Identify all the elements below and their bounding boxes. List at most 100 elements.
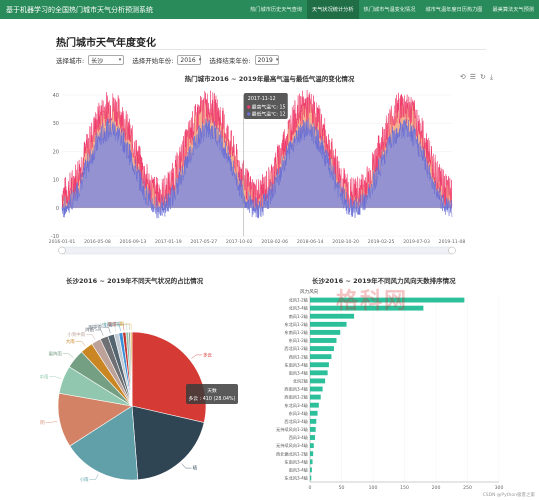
nav-menu: 热门城市历史天气查询 天气状况统计分析 热门城市气温变化情况 城市气温年度日历热… [245, 0, 539, 19]
bar [310, 459, 313, 465]
end-year-select[interactable]: 2019 ▾ [254, 55, 279, 65]
x-tick-label: 2018-10-20 [332, 239, 359, 245]
end-year-label: 选择结束年份: [209, 57, 251, 65]
bar [310, 427, 316, 432]
data-view-icon[interactable]: ☰ [470, 73, 476, 82]
pie-label-line [86, 334, 96, 340]
category-label: 西北偏北风1-2级 [276, 450, 309, 457]
pie-label-line [181, 463, 192, 469]
x-tick-label: 2017-10-02 [226, 239, 253, 245]
nav-item-calendar-heatmap[interactable]: 城市气温年度日历热力图 [420, 0, 487, 19]
bar [310, 370, 328, 376]
category-label: 东北风3-4级 [284, 402, 308, 409]
bar [310, 378, 326, 384]
nav-item-prediction[interactable]: 最美算法天气预测 [487, 0, 539, 19]
category-label: 南风3-4级 [289, 369, 309, 376]
watermark-logo: 格科网 [336, 289, 409, 314]
restore-icon[interactable]: ⟲ [460, 73, 466, 82]
chevron-down-icon: ▾ [198, 57, 202, 63]
y-tick-label: 40 [53, 93, 59, 99]
chart-toolbox: ⟲ ☰ ↻ ⤓ [460, 73, 493, 82]
pie-label: 大雨 [66, 338, 75, 345]
category-label: 东风3-4级 [289, 410, 309, 417]
bar [310, 346, 334, 351]
y-tick-label: 0 [56, 206, 59, 212]
refresh-icon[interactable]: ↻ [480, 73, 486, 82]
chevron-down-icon: ▾ [118, 57, 122, 63]
top-navbar: 基于机器学习的全国热门城市天气分析预测系统 热门城市历史天气查询 天气状况统计分… [0, 0, 539, 19]
category-label: 西南风3-4级 [284, 386, 308, 393]
category-label: 北风3-4级 [289, 305, 309, 312]
x-tick-label: 2016-05-08 [84, 239, 111, 245]
chart-tooltip: 2017-11-12 最高气温℃: 15最低气温℃: 12 [243, 93, 288, 119]
nav-item-weather-stats[interactable]: 天气状况统计分析 [307, 0, 359, 19]
pie-label: 晴 [193, 465, 198, 472]
x-tick-label: 2019-11-08 [439, 239, 466, 245]
x-tick-label: 2019-02-25 [368, 239, 395, 245]
category-label: 北风1-2级 [289, 297, 309, 304]
nav-item-temperature[interactable]: 热门城市气温变化情况 [359, 0, 421, 19]
weather-pie-chart[interactable]: 多云晴小雨阴中雨雷阵雨大雨小到中雨阵雨雨夹雪大到暴雨小雪暴雨中到大雨中雪雾天数多… [0, 286, 270, 500]
city-select-value: 长沙 [91, 57, 104, 65]
tooltip-low: 最低气温℃: 12 [252, 111, 286, 118]
end-year-value: 2019 [257, 56, 273, 64]
category-label: 东南风3-4级 [284, 458, 308, 465]
pie-label-line [45, 420, 58, 423]
temperature-chart-title: 热门城市2016 ~ 2019年最高气温与最低气温的变化情况 [184, 75, 355, 83]
legend-dot [247, 105, 251, 109]
x-tick-label: 250 [463, 485, 472, 491]
x-tick-label: 2017-01-19 [155, 239, 182, 245]
category-label: 西北风3-4级 [284, 418, 308, 425]
chevron-down-icon: ▾ [275, 57, 279, 63]
x-tick-label: 100 [369, 485, 378, 491]
y-axis-label: 风力风向 [300, 288, 319, 295]
y-tick-label: 30 [53, 121, 59, 127]
city-select[interactable]: 长沙 ▾ [88, 55, 125, 65]
start-year-label: 选择开始年份: [132, 57, 174, 65]
bar [310, 418, 317, 424]
tooltip-date: 2017-11-12 [248, 96, 276, 102]
category-label: 无持续风向1-2级 [276, 426, 309, 433]
category-label: 东北风3-4级 [284, 475, 308, 482]
bar [310, 467, 312, 473]
pie-label-line [125, 323, 132, 331]
x-tick-label: 2017-05-27 [190, 239, 217, 245]
category-label: 南风1-2级 [289, 313, 309, 320]
bar [310, 394, 321, 400]
x-tick-label: 2016-01-01 [49, 239, 76, 245]
category-label: 西南风1-2级 [284, 394, 308, 401]
pie-tooltip-value: 多云 : 410 (28.04%) [189, 395, 236, 402]
category-label: 南风3-4级 [289, 466, 309, 473]
title-divider [56, 49, 486, 50]
zoom-slider [61, 246, 453, 255]
page-title: 热门城市天气年度变化 [56, 38, 156, 49]
pie-label: 阴 [40, 419, 45, 426]
bar [310, 321, 347, 327]
pie-label: 小雨 [80, 476, 89, 483]
y-tick-label: 20 [53, 149, 59, 155]
bar [310, 435, 316, 440]
start-year-select[interactable]: 2016 ▾ [177, 55, 202, 65]
category-label: 西北风1-2级 [284, 345, 308, 352]
zoom-handle-left [58, 246, 66, 255]
save-icon[interactable]: ⤓ [490, 73, 493, 82]
pie-label-line [89, 474, 99, 480]
temperature-area-chart[interactable]: -100102030402016-01-01 2016-05-08 2016-09-… [0, 84, 539, 260]
bar [310, 354, 332, 360]
pie-label: 中雨 [40, 373, 49, 380]
credit-text: CSDN @Python极客之家 [482, 493, 535, 498]
x-tick-label: 50 [339, 485, 345, 491]
bar [310, 362, 329, 368]
pie-label: 雷阵雨 [49, 350, 63, 357]
x-tick-label: 2019-07-03 [403, 239, 430, 245]
bar [310, 329, 341, 335]
pie-tooltip-title: 天数 [207, 387, 217, 394]
pie-label: 多云 [203, 352, 212, 359]
category-label: 东南风3-4级 [284, 361, 308, 368]
zoom-handle-right [448, 246, 456, 255]
x-tick-label: 2016-09-13 [120, 239, 147, 245]
bar [310, 402, 319, 408]
x-tick-label: 200 [432, 485, 441, 491]
nav-item-history[interactable]: 热门城市历史天气查询 [245, 0, 307, 19]
bar [310, 410, 318, 416]
